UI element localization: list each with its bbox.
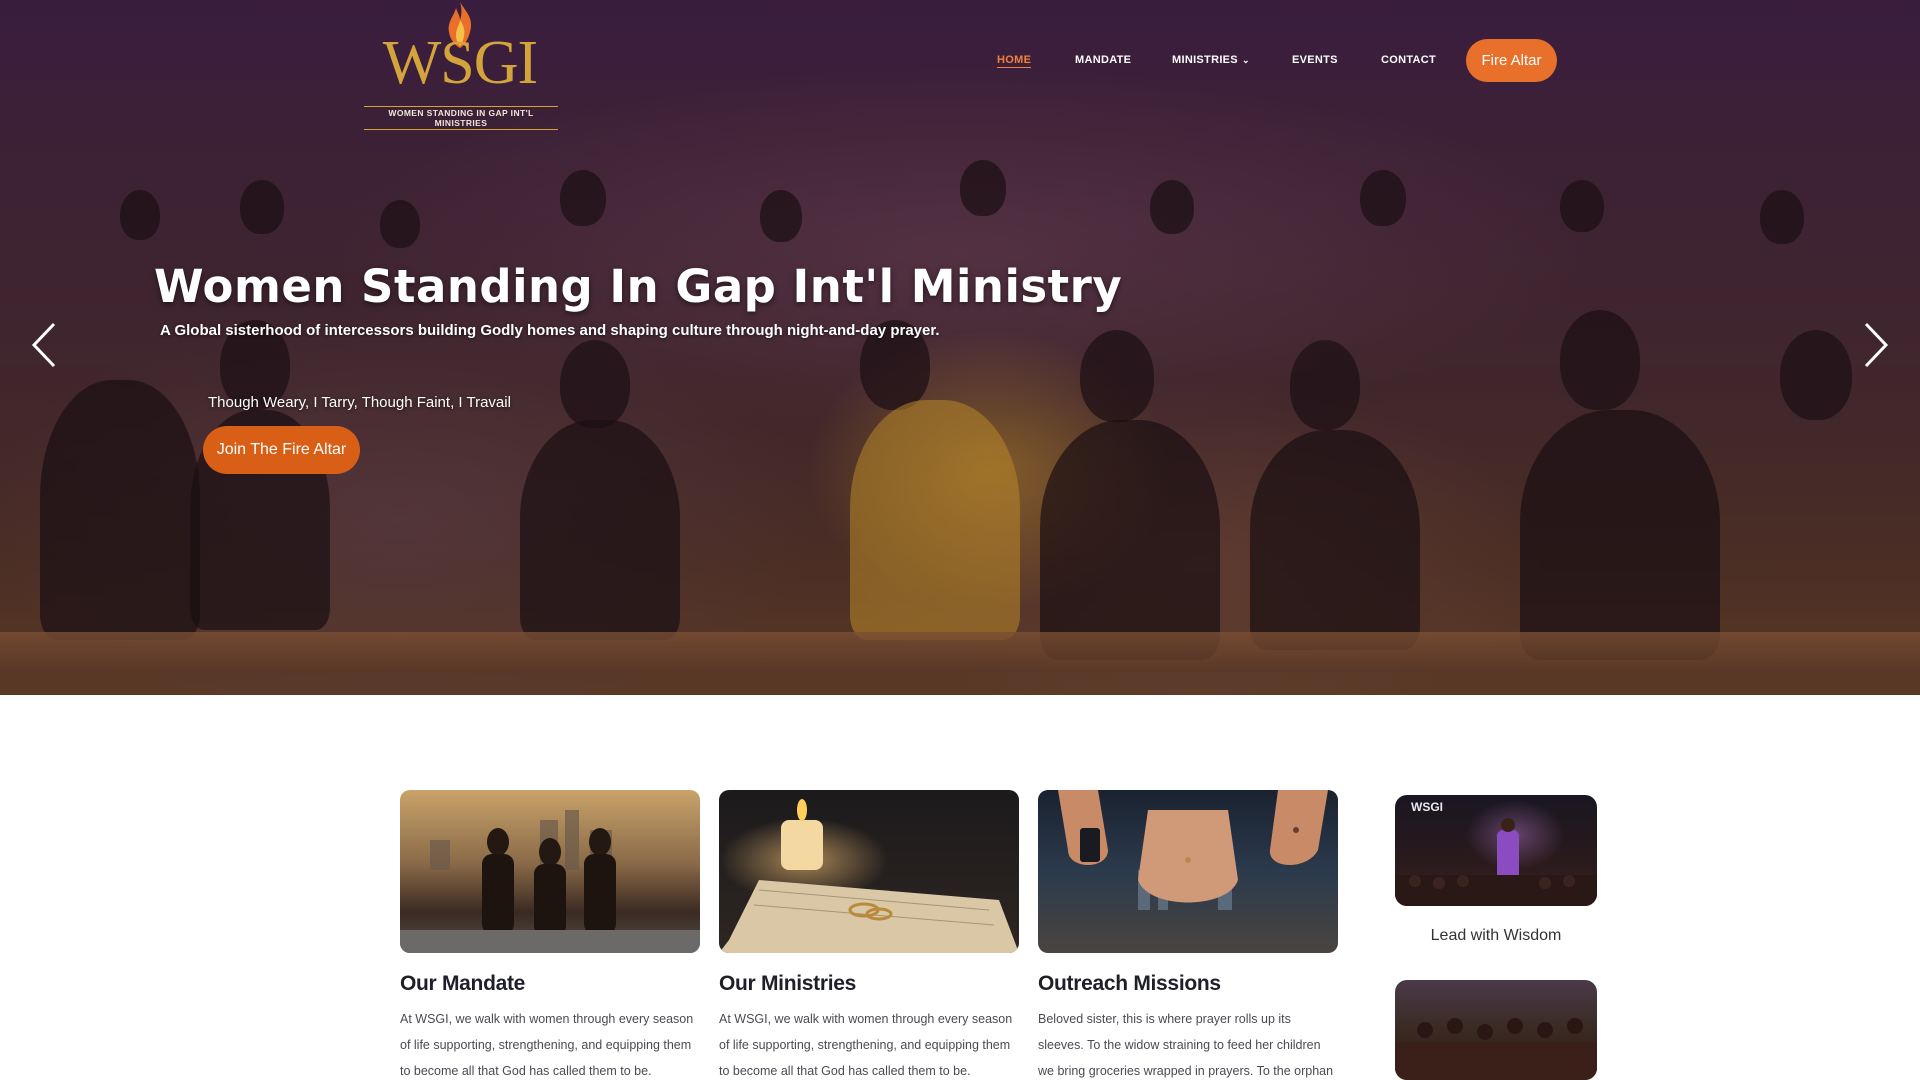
hero-motto: Though Weary, I Tarry, Though Faint, I T… xyxy=(208,394,511,411)
side-card-second-image xyxy=(1395,980,1597,1080)
fire-altar-button[interactable]: Fire Altar xyxy=(1466,39,1557,82)
logo-subtitle: WOMEN STANDING IN GAP INT'L MINISTRIES xyxy=(364,106,558,130)
logo-wordmark: WSGI xyxy=(382,29,538,97)
side-card-image: WSGI xyxy=(1395,795,1597,906)
card-mandate-text: At WSGI, we walk with women through ever… xyxy=(400,1012,694,1078)
card-outreach-text: Beloved sister, this is where prayer rol… xyxy=(1038,1012,1334,1078)
hero-pew xyxy=(0,632,1920,672)
nav-home[interactable]: HOME xyxy=(997,54,1032,68)
join-fire-altar-button[interactable]: Join The Fire Altar xyxy=(203,426,360,474)
hero-slider: WSGI WOMEN STANDING IN GAP INT'L MINISTR… xyxy=(0,0,1920,695)
card-ministries-image xyxy=(719,790,1019,953)
nav-events[interactable]: EVENTS xyxy=(1292,54,1338,66)
nav-ministries[interactable]: MINISTRIES ⌄ xyxy=(1172,54,1250,66)
nav-contact[interactable]: CONTACT xyxy=(1381,54,1436,66)
card-ministries-text: At WSGI, we walk with women through ever… xyxy=(719,1012,1013,1078)
card-mandate[interactable]: Our Mandate At WSGI, we walk with women … xyxy=(400,790,700,1078)
card-mandate-title: Our Mandate xyxy=(400,972,526,995)
card-ministries-title: Our Ministries xyxy=(719,972,856,995)
chevron-down-icon: ⌄ xyxy=(1241,55,1250,65)
hero-title: Women Standing In Gap Int'l Ministry xyxy=(154,260,1123,313)
nav-ministries-label: MINISTRIES xyxy=(1172,54,1238,66)
card-outreach[interactable]: Outreach Missions Beloved sister, this i… xyxy=(1038,790,1338,1078)
card-mandate-image xyxy=(400,790,700,953)
side-card-second[interactable] xyxy=(1395,980,1597,1080)
side-card-caption: Lead with Wisdom xyxy=(1430,927,1562,944)
hero-subtitle: A Global sisterhood of intercessors buil… xyxy=(160,322,940,339)
card-ministries[interactable]: Our Ministries At WSGI, we walk with wom… xyxy=(719,790,1019,1078)
chevron-right-icon[interactable] xyxy=(1860,320,1890,370)
chevron-left-icon[interactable] xyxy=(30,320,60,370)
site-logo[interactable]: WSGI WOMEN STANDING IN GAP INT'L MINISTR… xyxy=(362,2,558,130)
card-outreach-image xyxy=(1038,790,1338,953)
card-outreach-title: Outreach Missions xyxy=(1038,972,1221,995)
nav-mandate[interactable]: MANDATE xyxy=(1075,54,1131,66)
side-card-lead-with-wisdom[interactable]: WSGI Lead with Wisdom xyxy=(1395,795,1597,955)
